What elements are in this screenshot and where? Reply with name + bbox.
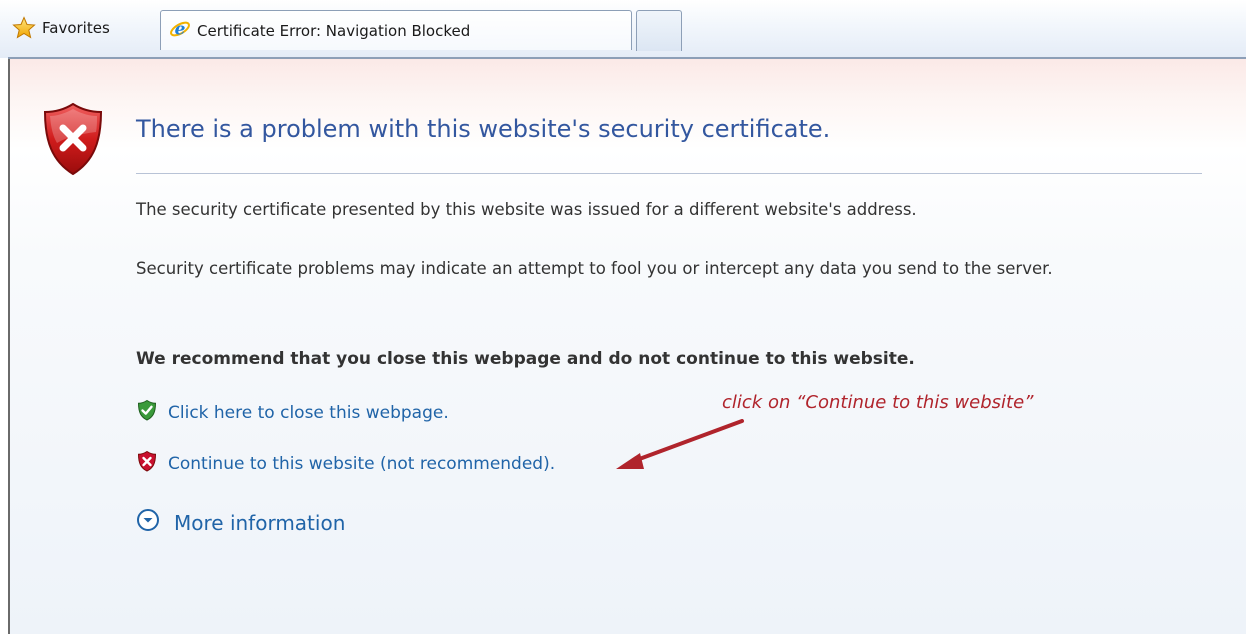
- favorites-label: Favorites: [42, 19, 110, 37]
- annotation-callout: click on “Continue to this website”: [722, 392, 1034, 413]
- warning-paragraph: Security certificate problems may indica…: [136, 259, 1053, 278]
- browser-tab-bar: Favorites e Certificate Error: Navigatio…: [0, 0, 1246, 59]
- error-page: There is a problem with this website's s…: [8, 59, 1246, 634]
- title-divider: [136, 173, 1202, 174]
- annotation-arrow-icon: [610, 419, 750, 483]
- close-webpage-link[interactable]: Click here to close this webpage.: [136, 399, 449, 426]
- tab-certificate-error[interactable]: e Certificate Error: Navigation Blocked: [160, 10, 632, 50]
- continue-label: Continue to this website (not recommende…: [168, 453, 556, 474]
- favorites-button[interactable]: Favorites: [12, 12, 110, 44]
- new-tab-button[interactable]: [636, 10, 682, 51]
- more-information-toggle[interactable]: More information: [136, 508, 345, 537]
- explanation-paragraph: The security certificate presented by th…: [136, 200, 917, 219]
- svg-text:e: e: [175, 19, 186, 39]
- continue-to-website-link[interactable]: Continue to this website (not recommende…: [136, 450, 555, 477]
- ie-logo-icon: e: [169, 18, 191, 44]
- close-webpage-label: Click here to close this webpage.: [168, 402, 449, 423]
- green-shield-check-icon: [136, 399, 158, 426]
- page-title: There is a problem with this website's s…: [136, 115, 831, 143]
- more-information-label: More information: [174, 510, 346, 535]
- red-shield-x-icon: [136, 450, 158, 477]
- tab-title: Certificate Error: Navigation Blocked: [197, 21, 471, 40]
- recommendation-text: We recommend that you close this webpage…: [136, 349, 915, 369]
- chevron-down-circle-icon: [136, 508, 160, 537]
- star-icon: [12, 16, 36, 40]
- red-shield-x-icon: [40, 101, 106, 181]
